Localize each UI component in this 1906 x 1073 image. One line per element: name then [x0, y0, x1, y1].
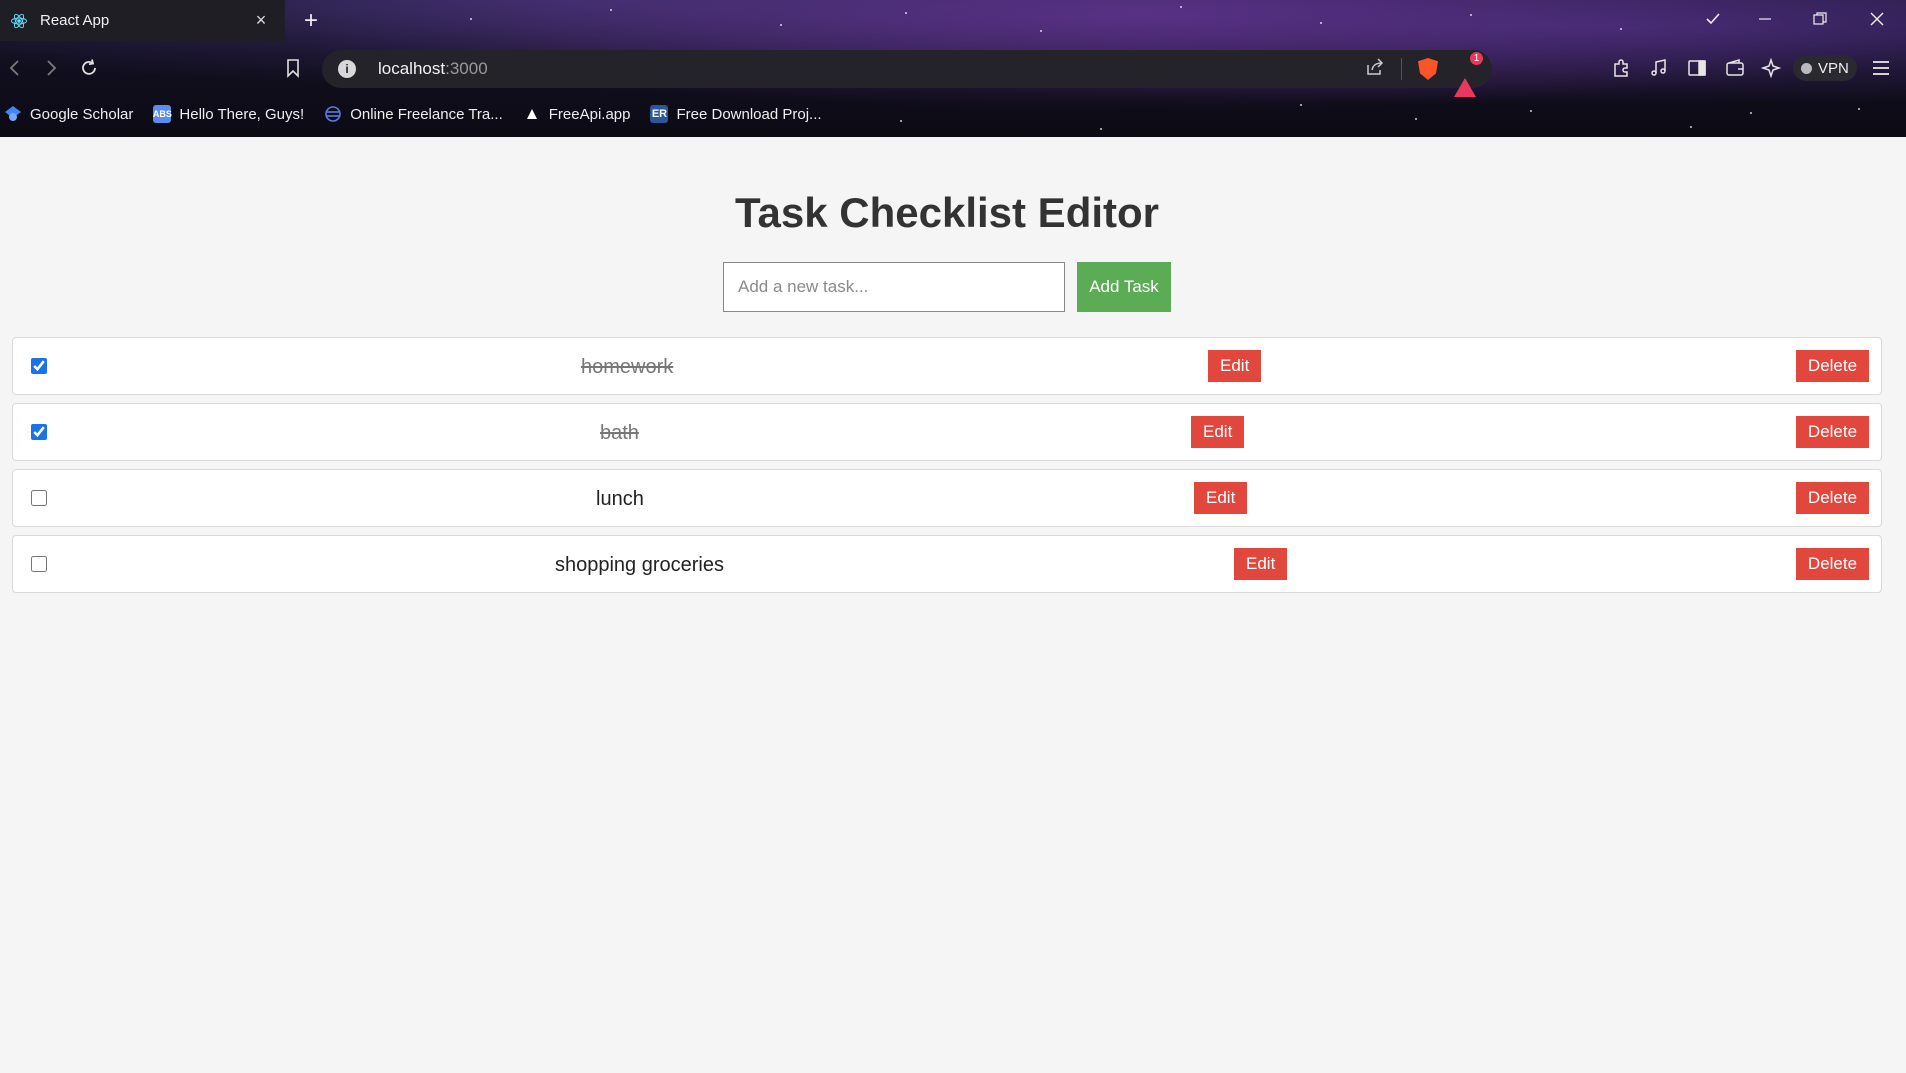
leo-ai-icon[interactable]: [1756, 53, 1786, 83]
wallet-icon[interactable]: [1720, 53, 1750, 83]
url-port: :3000: [445, 59, 488, 78]
task-checkbox[interactable]: [31, 556, 47, 572]
freelance-icon: [324, 105, 342, 123]
bookmarks-bar: Google Scholar ABS Hello There, Guys! On…: [0, 100, 1906, 128]
bookmark-label: Online Freelance Tra...: [350, 105, 503, 123]
add-task-button[interactable]: Add Task: [1077, 262, 1171, 312]
close-window-icon[interactable]: [1852, 0, 1902, 38]
task-checkbox[interactable]: [31, 358, 47, 374]
tab-close-icon[interactable]: ×: [251, 10, 271, 31]
delete-button[interactable]: Delete: [1796, 416, 1869, 448]
tab-search-icon[interactable]: [1688, 0, 1738, 38]
bookmark-online-freelance[interactable]: Online Freelance Tra...: [324, 105, 503, 123]
task-item-bath: bath Edit Delete: [12, 403, 1882, 461]
sidebar-icon[interactable]: [1682, 53, 1712, 83]
delete-button[interactable]: Delete: [1796, 350, 1869, 382]
vpn-button[interactable]: VPN: [1793, 55, 1857, 81]
task-text: bath: [600, 422, 639, 444]
reload-icon[interactable]: [74, 53, 104, 83]
tab-bar: React App × +: [0, 0, 1906, 41]
url-host: localhost: [378, 59, 446, 78]
task-text: homework: [581, 356, 674, 378]
site-info-icon[interactable]: i: [338, 60, 356, 78]
vpn-label: VPN: [1818, 59, 1849, 77]
back-icon[interactable]: [0, 53, 30, 83]
react-icon: [10, 12, 28, 30]
bookmark-label: Google Scholar: [30, 105, 134, 123]
restore-icon[interactable]: [1795, 0, 1845, 38]
forward-icon[interactable]: [36, 53, 66, 83]
divider: [1401, 58, 1402, 80]
vpn-status-icon: [1801, 62, 1812, 74]
task-item-shopping-groceries: shopping groceries Edit Delete: [12, 535, 1882, 593]
task-text: shopping groceries: [555, 554, 724, 576]
page-title: Task Checklist Editor: [734, 189, 1160, 236]
address-bar[interactable]: i localhost :3000 1: [322, 50, 1492, 97]
new-tab-button[interactable]: +: [296, 6, 326, 36]
app-content: Task Checklist Editor Add Task homework …: [0, 137, 1906, 1073]
freeapi-icon: [523, 105, 541, 123]
delete-button[interactable]: Delete: [1796, 548, 1869, 580]
rewards-badge: 1: [1469, 51, 1484, 66]
edit-button[interactable]: Edit: [1194, 482, 1248, 514]
bookmark-freeapi[interactable]: FreeApi.app: [523, 105, 631, 123]
tab-title: React App: [40, 12, 110, 29]
bookmark-icon[interactable]: [278, 53, 308, 83]
bookmark-free-download[interactable]: ER Free Download Proj...: [650, 105, 822, 123]
bookmark-label: Hello There, Guys!: [179, 105, 305, 123]
abs-icon: ABS: [153, 105, 172, 123]
task-checkbox[interactable]: [31, 490, 47, 506]
delete-button[interactable]: Delete: [1796, 482, 1869, 514]
browser-toolbar: i localhost :3000 1 VPN: [0, 41, 1906, 97]
edit-button[interactable]: Edit: [1208, 350, 1262, 382]
browser-chrome: React App × + i localhost:3000 1 VPN Go…: [0, 0, 1906, 137]
minimize-icon[interactable]: [1740, 0, 1790, 38]
bookmark-google-scholar[interactable]: Google Scholar: [4, 105, 133, 123]
brave-shield-icon[interactable]: [1418, 58, 1438, 80]
add-task-form: Add Task: [723, 262, 1171, 312]
extensions-icon[interactable]: [1606, 53, 1636, 83]
tab-react-app[interactable]: React App ×: [0, 0, 285, 41]
task-checkbox[interactable]: [31, 424, 47, 440]
edit-button[interactable]: Edit: [1234, 548, 1288, 580]
bookmark-hello-there[interactable]: ABS Hello There, Guys!: [153, 105, 304, 123]
task-list: homework Edit Delete bath Edit Delete lu…: [12, 337, 1882, 601]
menu-icon[interactable]: [1866, 53, 1896, 83]
task-item-lunch: lunch Edit Delete: [12, 469, 1882, 527]
share-icon[interactable]: [1365, 57, 1385, 82]
bookmark-label: Free Download Proj...: [676, 105, 822, 123]
edit-button[interactable]: Edit: [1191, 416, 1245, 448]
new-task-input[interactable]: [723, 262, 1065, 312]
task-text: lunch: [596, 488, 644, 510]
task-item-homework: homework Edit Delete: [12, 337, 1882, 395]
er-icon: ER: [650, 105, 669, 123]
bookmark-label: FreeApi.app: [548, 105, 631, 123]
brave-rewards-icon[interactable]: 1: [1454, 51, 1484, 97]
media-icon[interactable]: [1644, 53, 1674, 83]
google-scholar-icon: [4, 105, 22, 123]
